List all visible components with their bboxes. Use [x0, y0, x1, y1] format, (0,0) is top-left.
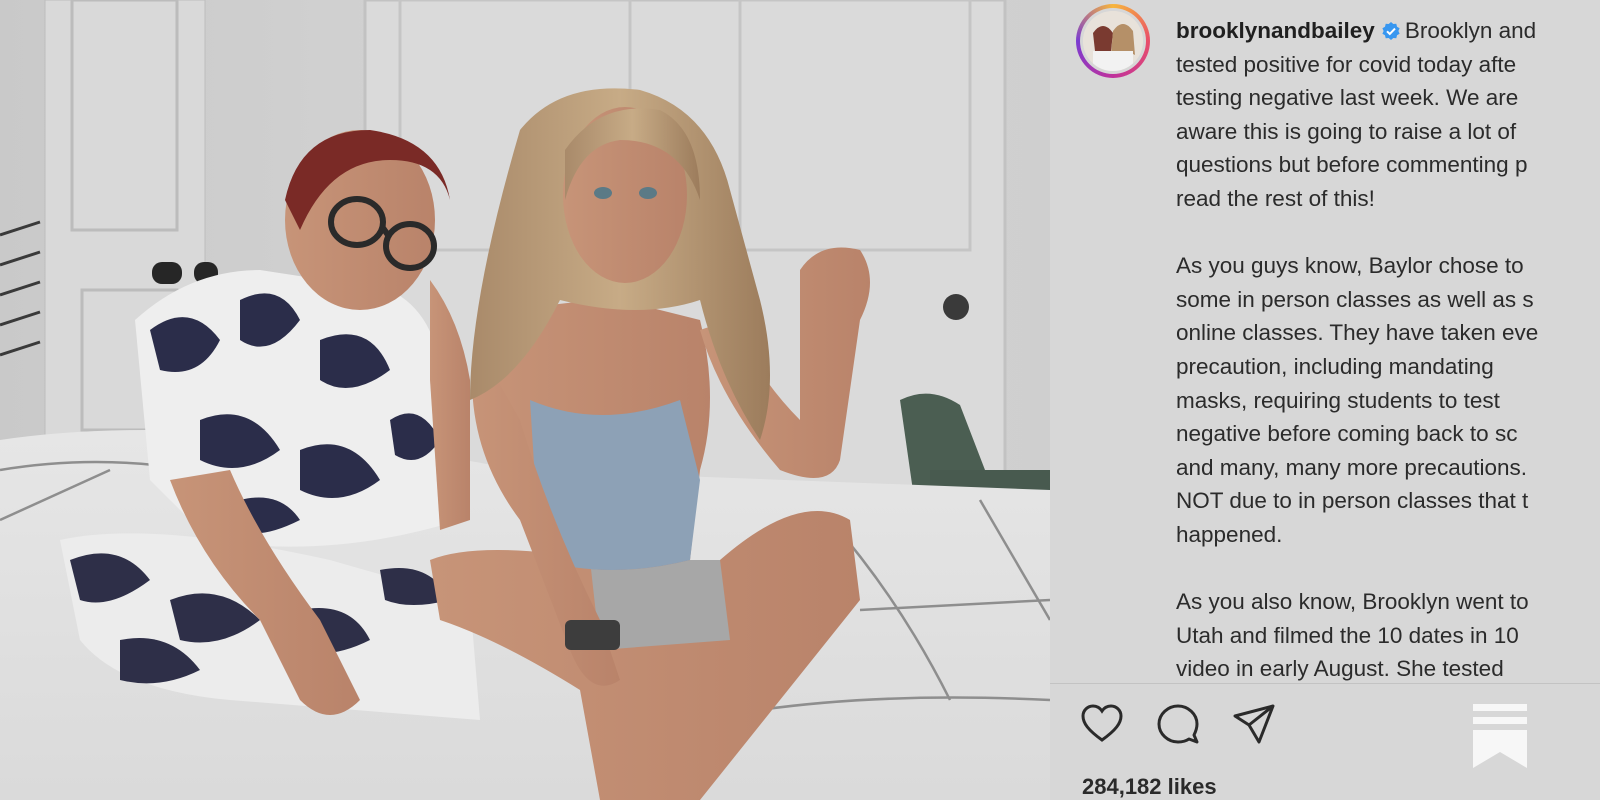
caption-line: negative before coming back to sc — [1176, 421, 1518, 447]
profile-avatar-ring[interactable] — [1076, 4, 1150, 78]
caption-line: As you also know, Brooklyn went to — [1176, 589, 1529, 615]
caption-line: happened. — [1176, 521, 1283, 547]
caption-line: read the rest of this! — [1176, 185, 1375, 211]
caption-divider — [1050, 683, 1600, 684]
caption-line: testing negative last week. We are — [1176, 85, 1519, 111]
verified-badge-icon — [1382, 22, 1400, 40]
caption-line: some in person classes as well as s — [1176, 286, 1534, 312]
like-button[interactable] — [1080, 702, 1124, 746]
caption-line: tested positive for covid today afte — [1176, 51, 1517, 77]
post-caption: brooklynandbailey Brooklyn and tested pos… — [1176, 14, 1600, 719]
comment-button[interactable] — [1156, 702, 1200, 746]
post-panel: brooklynandbailey Brooklyn and tested pos… — [1050, 0, 1600, 800]
avatar — [1083, 11, 1143, 71]
paper-plane-icon — [1233, 704, 1275, 744]
photo-illustration — [0, 0, 1050, 800]
caption-line: aware this is going to raise a lot of — [1176, 118, 1517, 144]
caption-line: questions but before commenting p — [1176, 152, 1528, 178]
caption-line: precaution, including mandating — [1176, 353, 1494, 379]
comment-icon — [1157, 704, 1199, 744]
post-photo[interactable] — [0, 0, 1050, 800]
caption-line: Utah and filmed the 10 dates in 10 — [1176, 622, 1519, 648]
avatar-image — [1083, 11, 1143, 71]
caption-line: Brooklyn and — [1404, 18, 1537, 43]
caption-line: As you guys know, Baylor chose to — [1176, 253, 1524, 279]
caption-line: NOT due to in person classes that t — [1176, 488, 1529, 514]
caption-line: online classes. They have taken eve — [1176, 320, 1539, 346]
bookmark-logo-icon — [1471, 702, 1529, 770]
caption-line: video in early August. She tested — [1176, 656, 1504, 682]
heart-icon — [1081, 704, 1123, 742]
share-button[interactable] — [1232, 702, 1276, 746]
caption-line: masks, requiring students to test — [1176, 387, 1500, 413]
caption-line: and many, many more precautions. — [1176, 454, 1528, 480]
username-link[interactable]: brooklynandbailey — [1176, 18, 1375, 43]
likes-count[interactable]: 284,182 likes — [1082, 774, 1217, 800]
